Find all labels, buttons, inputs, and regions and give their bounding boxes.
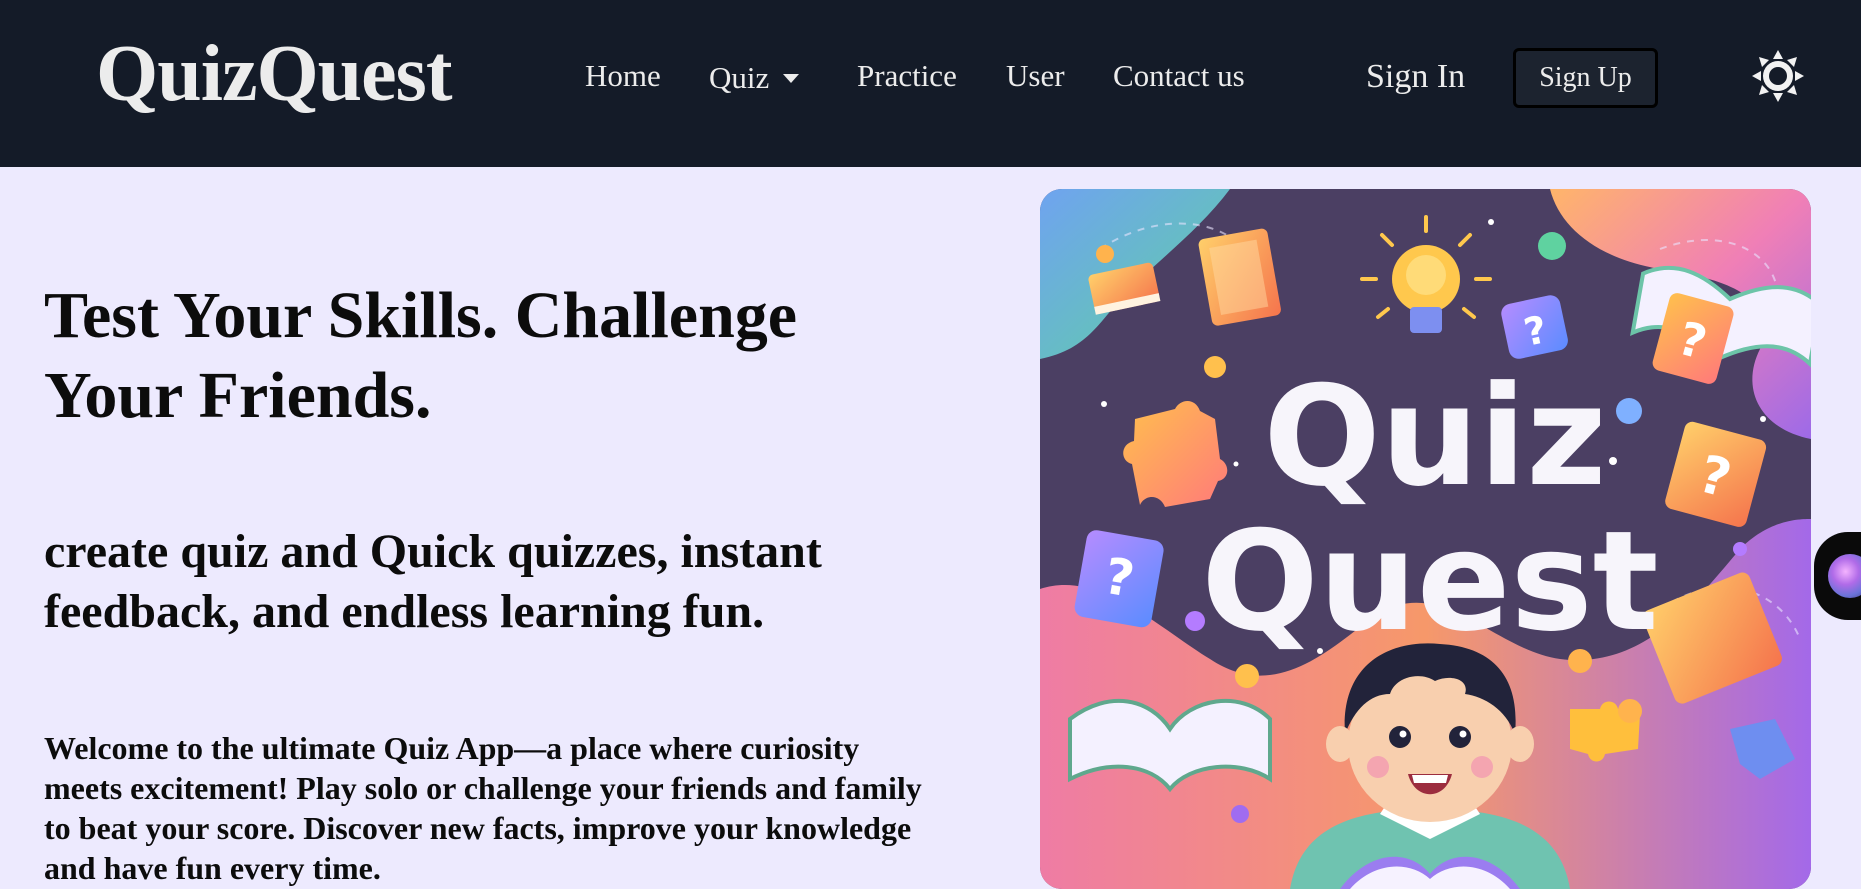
- poster-title-line2: Quest: [1201, 501, 1658, 662]
- sign-up-button[interactable]: Sign Up: [1513, 48, 1658, 108]
- hero-description: Welcome to the ultimate Quiz App—a place…: [44, 730, 922, 886]
- sign-in-link[interactable]: Sign In: [1366, 58, 1465, 95]
- hero-subtitle: create quiz and Quick quizzes, instant f…: [44, 525, 822, 638]
- nav-quiz-label: Quiz: [709, 60, 770, 95]
- nav-user[interactable]: User: [1006, 58, 1065, 93]
- hero-title: Test Your Skills. Challenge Your Friends…: [44, 279, 798, 432]
- nav-home[interactable]: Home: [585, 58, 661, 93]
- sun-icon: [1752, 50, 1804, 102]
- nav-quiz-dropdown[interactable]: Quiz: [709, 60, 800, 95]
- floating-assistant-button[interactable]: [1814, 532, 1861, 620]
- quizquest-poster-image: ? ? ? ? Quiz Quest: [1040, 189, 1811, 889]
- top-navbar: QuizQuest Home Quiz Practice User Contac…: [0, 0, 1861, 167]
- theme-toggle-button[interactable]: [1752, 50, 1804, 102]
- brand-logo[interactable]: QuizQuest: [96, 34, 452, 114]
- chevron-down-icon: [783, 74, 800, 84]
- nav-practice[interactable]: Practice: [857, 58, 957, 93]
- nav-contact[interactable]: Contact us: [1113, 58, 1245, 93]
- assistant-orb-icon: [1828, 554, 1861, 598]
- poster-title-line1: Quiz: [1263, 356, 1606, 517]
